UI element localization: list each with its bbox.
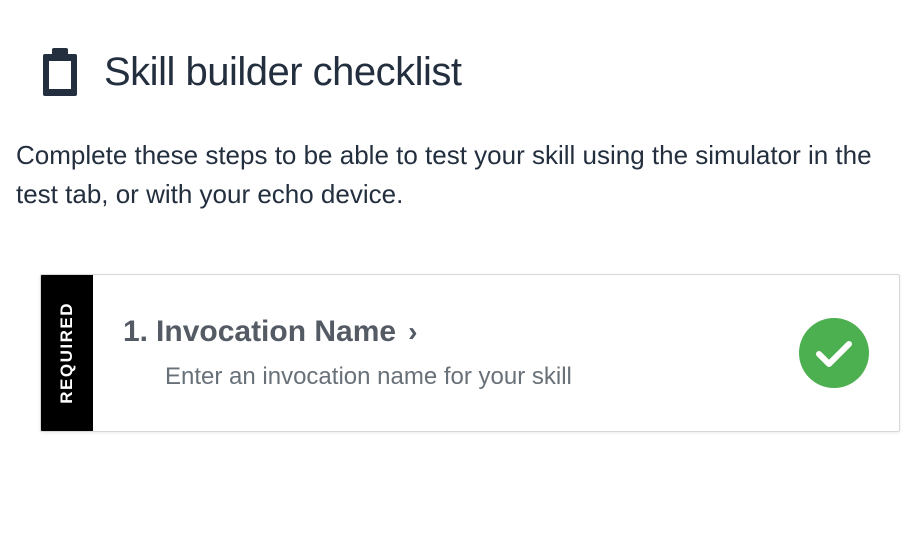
checklist-item-subtitle: Enter an invocation name for your skill — [123, 363, 779, 391]
page-header: Skill builder checklist — [12, 48, 910, 96]
checklist-item-number: 1. — [123, 315, 148, 349]
checklist-item-invocation-name[interactable]: REQUIRED 1. Invocation Name › Enter an i… — [40, 274, 900, 432]
checkmark-circle-icon — [799, 318, 869, 388]
chevron-right-icon: › — [408, 316, 417, 348]
checklist-item-title: Invocation Name — [156, 315, 396, 349]
required-badge: REQUIRED — [41, 275, 93, 431]
checklist-item-text: 1. Invocation Name › Enter an invocation… — [123, 315, 779, 391]
clipboard-icon — [40, 48, 80, 96]
page-description: Complete these steps to be able to test … — [12, 136, 910, 214]
required-badge-label: REQUIRED — [57, 302, 77, 404]
checklist-item-body: 1. Invocation Name › Enter an invocation… — [93, 275, 899, 431]
page-title: Skill builder checklist — [104, 50, 462, 95]
checklist-item-title-row: 1. Invocation Name › — [123, 315, 779, 349]
